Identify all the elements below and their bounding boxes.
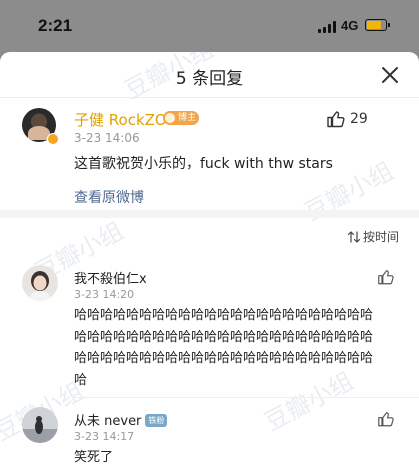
sort-button[interactable]: 按时间	[347, 228, 399, 245]
reply-author[interactable]: 从未 never 铁粉	[74, 410, 168, 429]
status-time: 2:21	[38, 16, 73, 35]
divider	[74, 397, 419, 398]
iron-fan-badge: 铁粉	[145, 414, 168, 427]
reply-item: 我不殺伯仁x 3-23 14:20 哈哈哈哈哈哈哈哈哈哈哈哈哈哈哈哈哈哈哈哈哈哈…	[0, 262, 419, 402]
reply-author-name: 从未 never	[74, 414, 142, 429]
network-type: 4G	[341, 18, 359, 33]
reply-text: 哈哈哈哈哈哈哈哈哈哈哈哈哈哈哈哈哈哈哈哈哈哈哈哈哈哈哈哈哈哈哈哈哈哈哈哈哈哈哈哈…	[74, 308, 374, 388]
blogger-badge: 博主	[163, 111, 200, 125]
reply-time: 3-23 14:20	[74, 288, 135, 301]
reply-item: 从未 never 铁粉 3-23 14:17 笑死了	[0, 404, 419, 475]
sheet-header: 5 条回复	[0, 52, 419, 98]
thumbs-up-icon[interactable]	[326, 109, 346, 129]
view-original-link[interactable]: 查看原微博	[74, 187, 144, 207]
sort-bar: 按时间	[0, 218, 419, 254]
sort-label: 按时间	[362, 230, 399, 244]
comment-text: 这首歌祝贺小乐的，fuck with thw stars	[74, 156, 333, 172]
verified-badge-icon	[47, 133, 59, 145]
sheet-title: 5 条回复	[175, 69, 244, 89]
reply-author[interactable]: 我不殺伯仁x	[74, 268, 147, 287]
replies-sheet: 豆瓣小组 豆瓣小组 豆瓣小组 豆瓣小组 豆瓣小组 5 条回复 子健 RockZO…	[0, 52, 419, 475]
status-bar: 2:21 4G	[0, 0, 419, 52]
avatar[interactable]	[22, 265, 58, 301]
like-count: 29	[350, 111, 368, 127]
reply-text: 笑死了	[74, 450, 114, 465]
close-icon[interactable]	[379, 64, 401, 86]
reply-time: 3-23 14:17	[74, 430, 135, 443]
signal-icon	[318, 21, 338, 33]
battery-fill	[367, 21, 381, 29]
comment-author[interactable]: 子健 RockZO	[74, 109, 167, 130]
sort-icon	[347, 230, 361, 243]
thumbs-up-icon[interactable]	[377, 268, 395, 286]
main-comment: 子健 RockZO 博主 3-23 14:06 29 这首歌祝贺小乐的，fuck…	[0, 98, 419, 218]
battery-icon	[365, 19, 390, 31]
avatar[interactable]	[22, 407, 58, 443]
comment-time: 3-23 14:06	[74, 131, 140, 145]
thumbs-up-icon[interactable]	[377, 410, 395, 428]
